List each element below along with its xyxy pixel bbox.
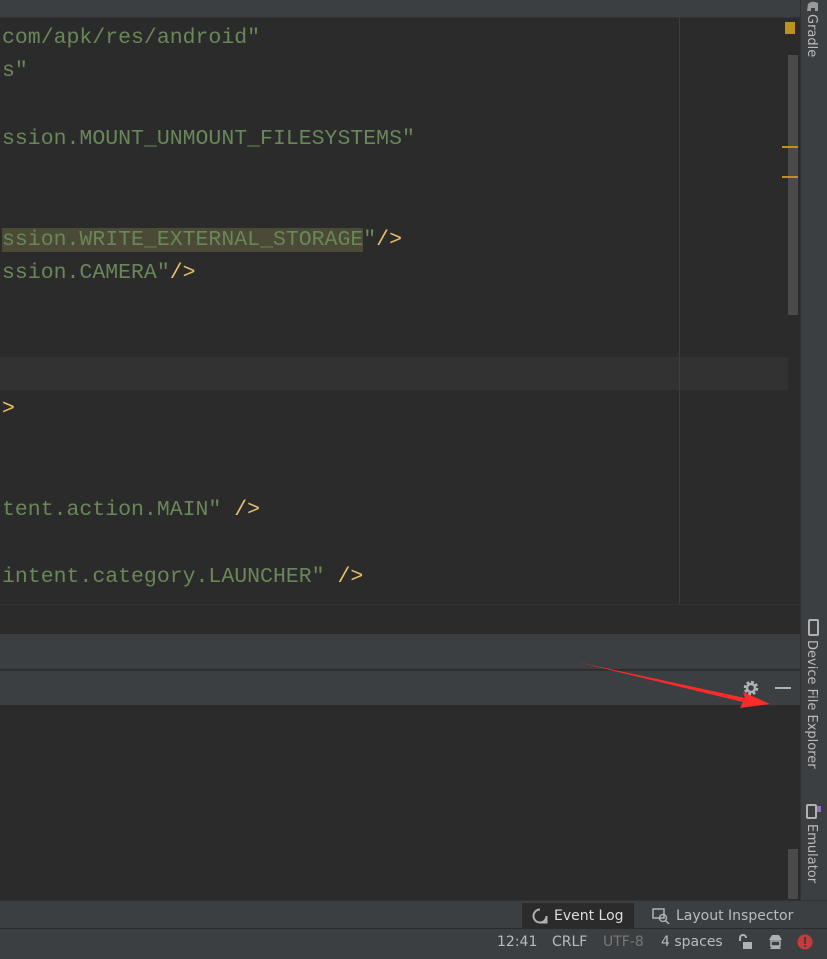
emulator-tool-button[interactable]: Emulator [804, 824, 819, 883]
error-icon[interactable] [797, 934, 813, 950]
hector-icon[interactable] [767, 933, 784, 950]
code-line: > [2, 397, 15, 421]
code-line: ssion.CAMERA"/> [2, 261, 196, 285]
gradle-icon [807, 1, 818, 11]
tag-close: /> [337, 565, 364, 589]
tag-close: /> [234, 498, 261, 522]
gradle-tool-button[interactable]: Gradle [804, 14, 819, 57]
code-line: ssion.MOUNT_UNMOUNT_FILESYSTEMS" [2, 127, 415, 151]
file-encoding[interactable]: UTF-8 [603, 934, 644, 950]
event-log-tab[interactable]: Event Log [522, 903, 634, 928]
current-line-highlight [0, 357, 788, 390]
tag-close: /> [169, 261, 196, 285]
editor-breadcrumb-bar [0, 604, 800, 634]
highlighted-text: ssion.WRITE_EXTERNAL_STORAGE [2, 228, 364, 252]
indent-setting[interactable]: 4 spaces [661, 934, 723, 950]
event-log-label: Event Log [554, 907, 624, 924]
layout-inspector-icon [652, 907, 670, 924]
editor-scrollbar[interactable] [788, 55, 798, 315]
right-margin-guide [679, 18, 680, 604]
warning-marker[interactable] [782, 176, 798, 178]
quote: " [363, 228, 377, 252]
code-text: tent.action.MAIN" [2, 498, 235, 522]
panel-scrollbar[interactable] [788, 849, 798, 899]
code-line: s" [2, 59, 28, 83]
warning-marker[interactable] [782, 146, 798, 148]
lock-open-icon[interactable] [737, 934, 753, 950]
inspection-status-icon[interactable] [785, 22, 795, 34]
code-line: ssion.WRITE_EXTERNAL_STORAGE"/> [2, 228, 402, 252]
tool-window-content [0, 705, 800, 900]
annotation-arrow [577, 662, 770, 708]
code-line: tent.action.MAIN" /> [2, 498, 260, 522]
event-log-icon [532, 908, 548, 923]
code-line: intent.category.LAUNCHER" /> [2, 565, 363, 589]
line-separator[interactable]: CRLF [552, 934, 587, 950]
emulator-icon [806, 804, 821, 819]
editor-tabs-bar [0, 0, 800, 18]
minimize-icon[interactable] [775, 687, 791, 689]
device-file-explorer-button[interactable]: Device File Explorer [804, 640, 819, 769]
right-tool-strip [800, 0, 827, 928]
code-line: com/apk/res/android" [2, 26, 261, 50]
layout-inspector-tab[interactable]: Layout Inspector [642, 903, 803, 928]
device-icon [808, 619, 819, 636]
code-text: ssion.CAMERA" [2, 261, 170, 285]
tag-close: /> [376, 228, 402, 252]
code-text: intent.category.LAUNCHER" [2, 565, 338, 589]
layout-inspector-label: Layout Inspector [676, 907, 794, 924]
caret-position[interactable]: 12:41 [497, 934, 537, 950]
